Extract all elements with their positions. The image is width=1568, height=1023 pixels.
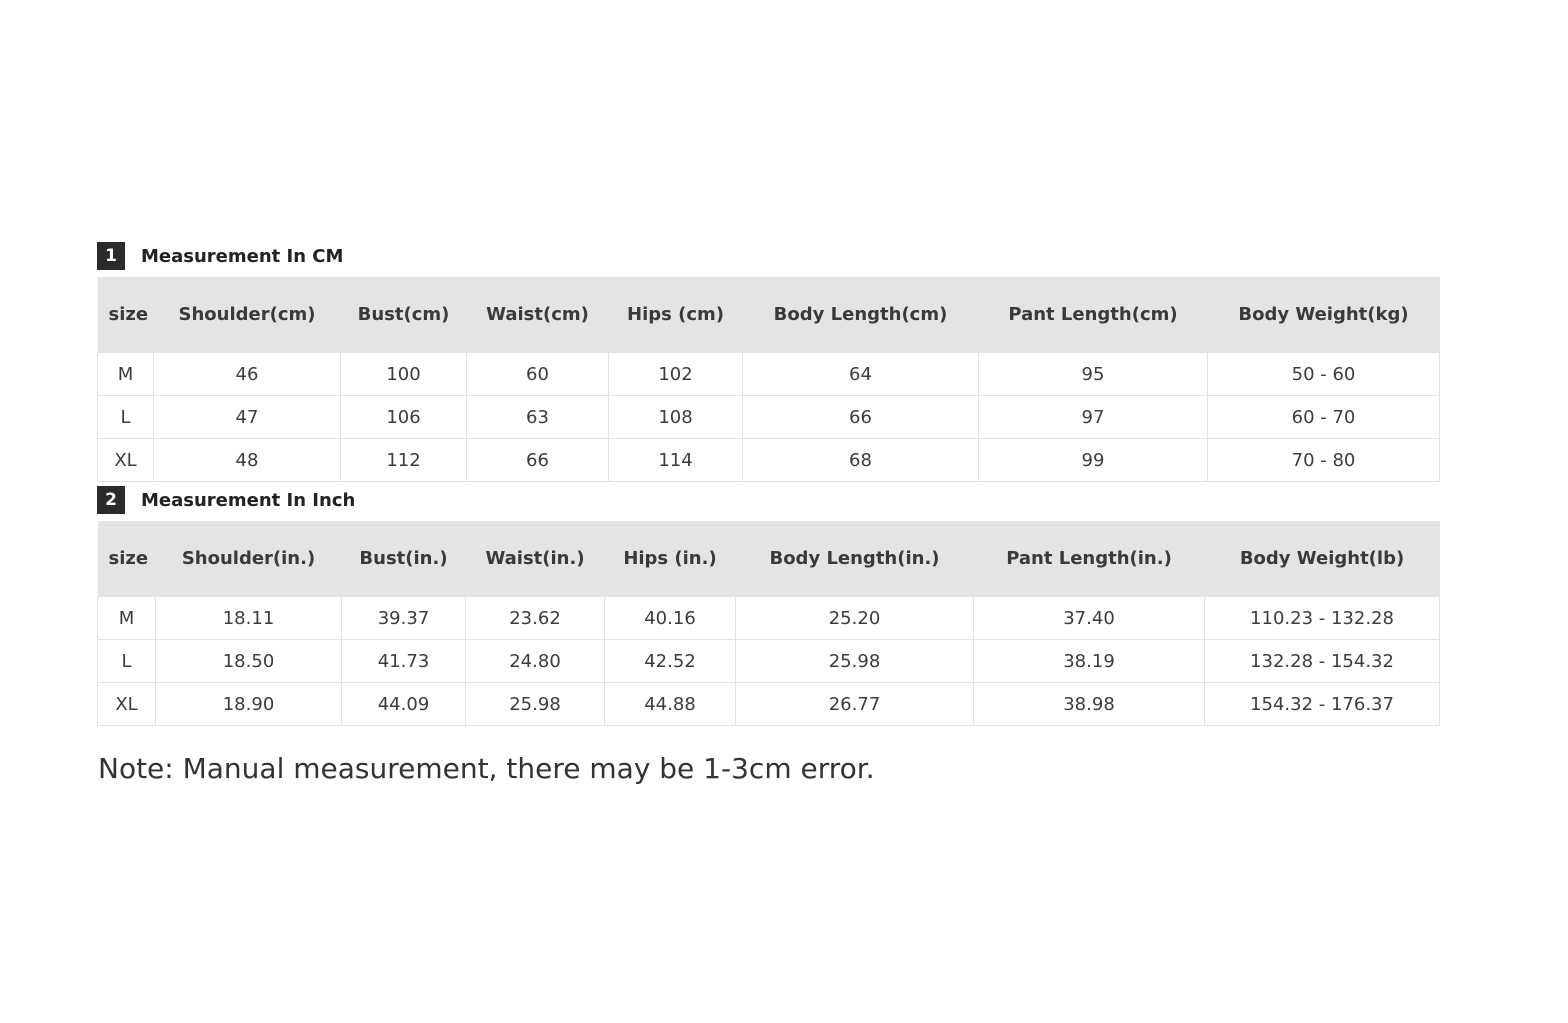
table-cell: L bbox=[97, 395, 154, 439]
table-cell: 106 bbox=[340, 395, 467, 439]
table-cell: 63 bbox=[466, 395, 609, 439]
table-cell: 154.32 - 176.37 bbox=[1204, 682, 1440, 726]
table-cell: 132.28 - 154.32 bbox=[1204, 639, 1440, 683]
table-cell: 60 - 70 bbox=[1207, 395, 1440, 439]
table-row: M 18.11 39.37 23.62 40.16 25.20 37.40 11… bbox=[97, 596, 1440, 640]
table-cell: 97 bbox=[978, 395, 1208, 439]
table-cell: 50 - 60 bbox=[1207, 352, 1440, 396]
table-cell: 48 bbox=[153, 438, 341, 482]
column-header: size bbox=[97, 277, 154, 353]
table-cell: 66 bbox=[466, 438, 609, 482]
column-header: Shoulder(in.) bbox=[155, 521, 342, 597]
table-cell: 38.19 bbox=[973, 639, 1205, 683]
column-header: Hips (cm) bbox=[608, 277, 743, 353]
section-title: Measurement In Inch bbox=[141, 489, 356, 511]
column-header: Hips (in.) bbox=[604, 521, 736, 597]
table-row: XL 48 112 66 114 68 99 70 - 80 bbox=[97, 438, 1440, 482]
table-cell: 46 bbox=[153, 352, 341, 396]
table-cell: L bbox=[97, 639, 156, 683]
table-cell: 39.37 bbox=[341, 596, 466, 640]
cm-size-table: size Shoulder(cm) Bust(cm) Waist(cm) Hip… bbox=[97, 277, 1440, 482]
table-cell: 102 bbox=[608, 352, 743, 396]
column-header: Waist(in.) bbox=[465, 521, 605, 597]
table-cell: 47 bbox=[153, 395, 341, 439]
inch-size-table: size Shoulder(in.) Bust(in.) Waist(in.) … bbox=[97, 521, 1440, 726]
cm-section-header: 1 Measurement In CM bbox=[97, 242, 1439, 270]
column-header: Body Length(in.) bbox=[735, 521, 974, 597]
table-cell: 95 bbox=[978, 352, 1208, 396]
table-cell: XL bbox=[97, 438, 154, 482]
table-cell: 112 bbox=[340, 438, 467, 482]
section-number-badge: 1 bbox=[97, 242, 125, 270]
table-cell: 42.52 bbox=[604, 639, 736, 683]
table-cell: 114 bbox=[608, 438, 743, 482]
table-cell: 37.40 bbox=[973, 596, 1205, 640]
table-header-row: size Shoulder(cm) Bust(cm) Waist(cm) Hip… bbox=[97, 277, 1440, 353]
column-header: size bbox=[97, 521, 156, 597]
table-cell: 18.50 bbox=[155, 639, 342, 683]
table-cell: 25.98 bbox=[735, 639, 974, 683]
table-header-row: size Shoulder(in.) Bust(in.) Waist(in.) … bbox=[97, 521, 1440, 597]
table-cell: 110.23 - 132.28 bbox=[1204, 596, 1440, 640]
table-cell: 40.16 bbox=[604, 596, 736, 640]
cm-measurement-section: 1 Measurement In CM size Shoulder(cm) Bu… bbox=[97, 242, 1440, 482]
column-header: Waist(cm) bbox=[466, 277, 609, 353]
table-cell: 18.11 bbox=[155, 596, 342, 640]
measurement-note: Note: Manual measurement, there may be 1… bbox=[98, 752, 875, 785]
table-cell: 64 bbox=[742, 352, 979, 396]
table-cell: 100 bbox=[340, 352, 467, 396]
table-cell: 99 bbox=[978, 438, 1208, 482]
table-cell: 24.80 bbox=[465, 639, 605, 683]
table-row: L 18.50 41.73 24.80 42.52 25.98 38.19 13… bbox=[97, 639, 1440, 683]
column-header: Pant Length(cm) bbox=[978, 277, 1208, 353]
column-header: Bust(in.) bbox=[341, 521, 466, 597]
table-cell: 25.20 bbox=[735, 596, 974, 640]
table-row: M 46 100 60 102 64 95 50 - 60 bbox=[97, 352, 1440, 396]
section-title: Measurement In CM bbox=[141, 245, 344, 267]
column-header: Body Length(cm) bbox=[742, 277, 979, 353]
column-header: Shoulder(cm) bbox=[153, 277, 341, 353]
table-cell: 38.98 bbox=[973, 682, 1205, 726]
table-row: XL 18.90 44.09 25.98 44.88 26.77 38.98 1… bbox=[97, 682, 1440, 726]
table-cell: 68 bbox=[742, 438, 979, 482]
table-cell: 60 bbox=[466, 352, 609, 396]
table-cell: 25.98 bbox=[465, 682, 605, 726]
table-cell: 66 bbox=[742, 395, 979, 439]
section-number-badge: 2 bbox=[97, 486, 125, 514]
table-cell: M bbox=[97, 596, 156, 640]
table-cell: M bbox=[97, 352, 154, 396]
column-header: Body Weight(kg) bbox=[1207, 277, 1440, 353]
column-header: Bust(cm) bbox=[340, 277, 467, 353]
inch-section-header: 2 Measurement In Inch bbox=[97, 486, 1439, 514]
table-cell: 41.73 bbox=[341, 639, 466, 683]
table-cell: 108 bbox=[608, 395, 743, 439]
table-cell: 18.90 bbox=[155, 682, 342, 726]
table-cell: 44.88 bbox=[604, 682, 736, 726]
table-cell: 44.09 bbox=[341, 682, 466, 726]
column-header: Pant Length(in.) bbox=[973, 521, 1205, 597]
table-row: L 47 106 63 108 66 97 60 - 70 bbox=[97, 395, 1440, 439]
table-cell: 23.62 bbox=[465, 596, 605, 640]
table-cell: XL bbox=[97, 682, 156, 726]
inch-measurement-section: 2 Measurement In Inch size Shoulder(in.)… bbox=[97, 486, 1440, 726]
table-cell: 26.77 bbox=[735, 682, 974, 726]
column-header: Body Weight(lb) bbox=[1204, 521, 1440, 597]
table-cell: 70 - 80 bbox=[1207, 438, 1440, 482]
